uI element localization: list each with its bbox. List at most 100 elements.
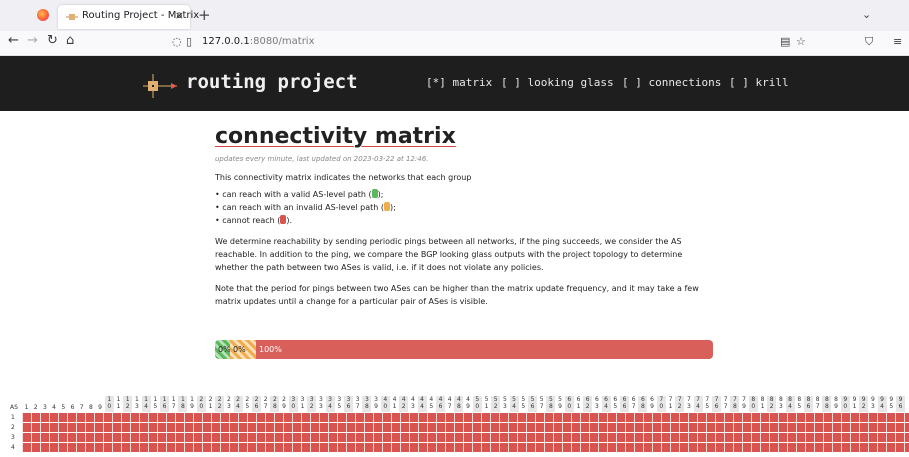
matrix-column-header: 54 (509, 396, 519, 412)
browser-nav-bar: ← → ↻ ⌂ ◌ ▯ 127.0.0.1:8080/matrix ▤ ☆ ⛉ … (0, 31, 909, 56)
matrix-column-header: 69 (650, 396, 654, 410)
matrix-column-header: 75 (705, 396, 710, 410)
progress-unreachable-segment: 100% (256, 340, 713, 359)
main-content: connectivity matrix updates every minute… (215, 118, 715, 308)
matrix-column-header: 83 (778, 396, 783, 410)
matrix-column-header: 52 (491, 396, 501, 412)
matrix-column-header: 80 (748, 396, 758, 412)
page-icon: ▯ (186, 35, 193, 48)
firefox-icon[interactable] (37, 9, 49, 21)
matrix-column-header: 87 (815, 396, 820, 410)
tab-list-chevron-icon[interactable]: ⌄ (862, 8, 871, 21)
matrix-column-header: 58 (546, 396, 556, 412)
browser-tab[interactable]: Routing Project - Matrix × (58, 5, 199, 29)
matrix-column-header: 5 (61, 404, 66, 411)
url-bar[interactable]: ◌ ▯ 127.0.0.1:8080/matrix ▤ ☆ (166, 33, 806, 53)
matrix-column-header: 33 (318, 396, 323, 410)
matrix-column-header: 16 (160, 396, 169, 412)
legend-item-unreachable: • cannot reach (). (215, 215, 293, 225)
matrix-row-cells[interactable] (22, 423, 909, 432)
logo-icon[interactable] (143, 74, 179, 98)
matrix-column-header: 29 (282, 396, 286, 410)
matrix-column-header: 73 (686, 396, 691, 410)
matrix-column-header: 14 (141, 396, 151, 412)
new-tab-button[interactable]: + (198, 6, 211, 24)
matrix-column-header: 2 (33, 404, 38, 411)
tab-close-icon[interactable]: × (175, 9, 184, 22)
matrix-column-header: 10 (104, 396, 114, 412)
matrix-column-header: 78 (730, 396, 740, 412)
matrix-column-header: 3 (42, 404, 47, 411)
reader-view-icon[interactable]: ▤ (780, 35, 790, 48)
forward-icon[interactable]: → (27, 33, 38, 48)
home-icon[interactable]: ⌂ (66, 33, 74, 48)
matrix-column-header: 96 (896, 396, 905, 412)
site-brand[interactable]: routing project (186, 71, 358, 93)
matrix-column-header: 44 (417, 396, 427, 412)
matrix-column-header: 24 (233, 396, 243, 412)
matrix-column-header: 88 (822, 396, 832, 412)
matrix-row-cells[interactable] (22, 443, 909, 452)
reload-icon[interactable]: ↻ (47, 33, 58, 48)
matrix-column-header: 34 (325, 396, 335, 412)
nav-link-looking-glass[interactable]: [ ] looking glass (501, 76, 614, 89)
matrix-column-header: 31 (300, 396, 305, 410)
matrix-column-header: 74 (693, 396, 703, 412)
matrix-column-header: 57 (539, 396, 544, 410)
page-title: connectivity matrix (215, 124, 456, 149)
matrix-row-cells[interactable] (22, 413, 909, 422)
menu-icon[interactable]: ≡ (893, 35, 902, 48)
matrix-row-cells[interactable] (22, 433, 909, 442)
browser-tab-bar: Routing Project - Matrix × + ⌄ (0, 0, 909, 31)
matrix-column-header: 67 (631, 396, 636, 410)
progress-invalid-segment: 0% (230, 340, 256, 359)
matrix-column-header: 77 (723, 396, 728, 410)
matrix-column-header: 70 (656, 396, 666, 412)
matrix-column-header: 64 (601, 396, 611, 412)
matrix-column-header: 12 (123, 396, 133, 412)
matrix-column-header: 92 (859, 396, 869, 412)
reachability-progress-bar: 0% 0% 100% (215, 340, 713, 359)
matrix-column-header: 41 (392, 396, 397, 410)
url-text[interactable]: 127.0.0.1:8080/matrix (202, 36, 315, 47)
matrix-column-header: 36 (344, 396, 353, 412)
matrix-column-header: 42 (399, 396, 409, 412)
matrix-column-header: 25 (245, 396, 250, 410)
matrix-column-header: 38 (362, 396, 372, 412)
nav-link-matrix[interactable]: [*] matrix (426, 76, 492, 89)
matrix-column-header: 84 (785, 396, 795, 412)
matrix-row: 3 (0, 433, 909, 442)
matrix-column-header: 91 (852, 396, 857, 410)
matrix-column-header: 48 (454, 396, 464, 412)
matrix-column-header: 76 (712, 396, 721, 412)
matrix-column-header: 49 (466, 396, 470, 410)
legend-item-invalid: • can reach with an invalid AS-level pat… (215, 202, 396, 212)
reachability-legend: • can reach with a valid AS-level path (… (215, 188, 715, 227)
matrix-column-header: 15 (153, 396, 158, 410)
matrix-column-header: 62 (583, 396, 593, 412)
matrix-row-label: 4 (11, 444, 15, 451)
matrix-column-header: 37 (355, 396, 360, 410)
matrix-column-header: 17 (171, 396, 176, 410)
matrix-column-header: 50 (472, 396, 482, 412)
matrix-column-header: 61 (576, 396, 581, 410)
nav-link-krill[interactable]: [ ] krill (729, 76, 789, 89)
matrix-column-header: 55 (521, 396, 526, 410)
nav-link-connections[interactable]: [ ] connections (622, 76, 721, 89)
matrix-column-header: 85 (797, 396, 802, 410)
bookmark-star-icon[interactable]: ☆ (796, 35, 806, 48)
matrix-row: 4 (0, 443, 909, 452)
shield-icon[interactable]: ◌ (172, 35, 182, 48)
matrix-column-header: 63 (594, 396, 599, 410)
matrix-row: 2 (0, 423, 909, 432)
matrix-column-header: 45 (429, 396, 434, 410)
matrix-column-header: 6 (70, 404, 75, 411)
matrix-column-header: 1 (24, 404, 29, 411)
matrix-column-header: 28 (270, 396, 280, 412)
note-paragraph: Note that the period for pings between t… (215, 284, 699, 306)
pocket-icon[interactable]: ⛉ (865, 35, 873, 49)
matrix-column-header: 32 (307, 396, 317, 412)
back-icon[interactable]: ← (8, 33, 19, 48)
matrix-column-header: 68 (638, 396, 648, 412)
matrix-column-header: 22 (215, 396, 225, 412)
